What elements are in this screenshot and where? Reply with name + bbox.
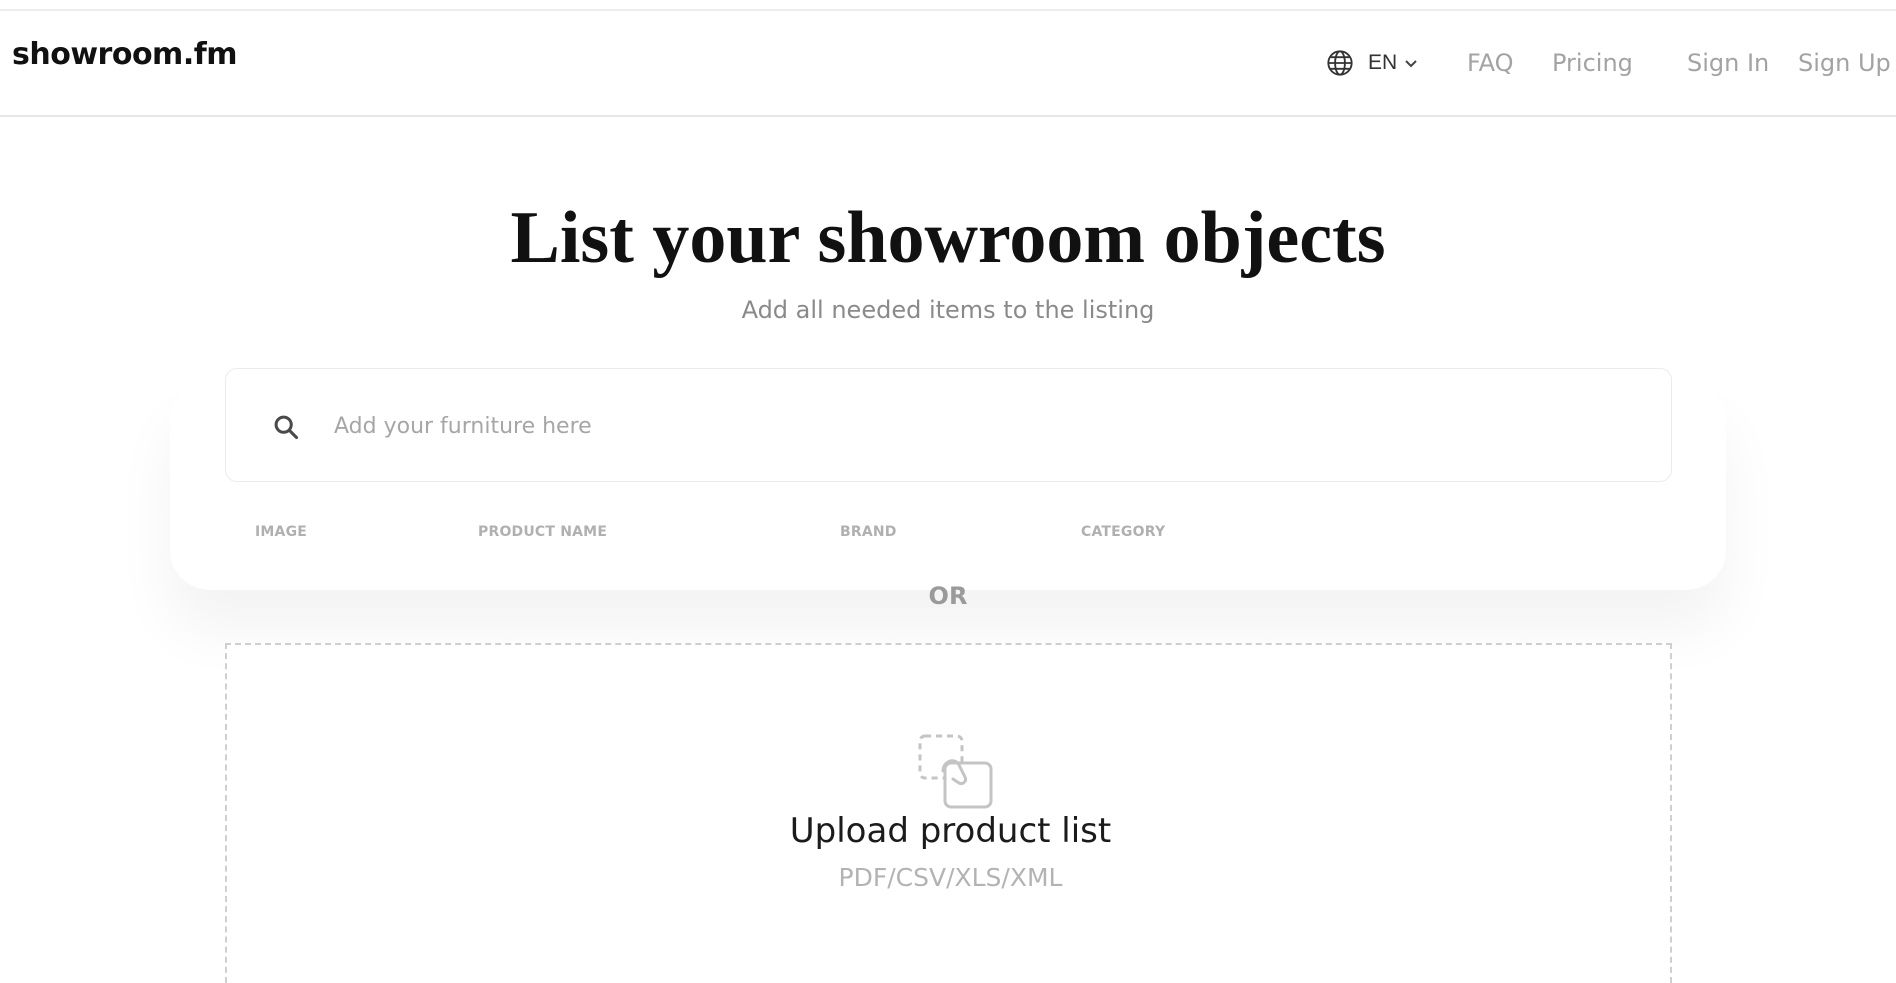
- sign-up-link[interactable]: Sign Up: [1798, 49, 1891, 77]
- upload-title: Upload product list: [789, 811, 1112, 851]
- column-header-category: CATEGORY: [1081, 524, 1166, 540]
- nav-faq-link[interactable]: FAQ: [1467, 49, 1514, 77]
- page-title: List your showroom objects: [510, 197, 1386, 279]
- site-header: showroom.fm EN FAQ Pricing Sign In Sign …: [0, 11, 1896, 117]
- column-header-brand: BRAND: [840, 524, 897, 540]
- search-icon: [274, 415, 299, 440]
- drag-file-icon: [918, 734, 993, 809]
- search-input[interactable]: [334, 399, 1634, 453]
- upload-formats: PDF/CSV/XLS/XML: [838, 863, 1063, 892]
- column-header-image: IMAGE: [255, 524, 308, 540]
- search-box[interactable]: [225, 368, 1672, 482]
- chevron-down-icon: [1405, 60, 1417, 68]
- sign-in-link[interactable]: Sign In: [1687, 49, 1769, 77]
- nav-pricing-link[interactable]: Pricing: [1552, 49, 1633, 77]
- or-divider: OR: [928, 582, 968, 610]
- language-code: EN: [1368, 51, 1398, 74]
- column-header-product-name: PRODUCT NAME: [478, 524, 608, 540]
- language-selector[interactable]: EN: [1326, 49, 1419, 77]
- page-subtitle: Add all needed items to the listing: [741, 296, 1155, 324]
- upload-dropzone[interactable]: Upload product list PDF/CSV/XLS/XML: [225, 643, 1672, 983]
- main-nav: EN FAQ Pricing Sign In Sign Up: [0, 11, 1896, 117]
- globe-icon: [1327, 50, 1353, 76]
